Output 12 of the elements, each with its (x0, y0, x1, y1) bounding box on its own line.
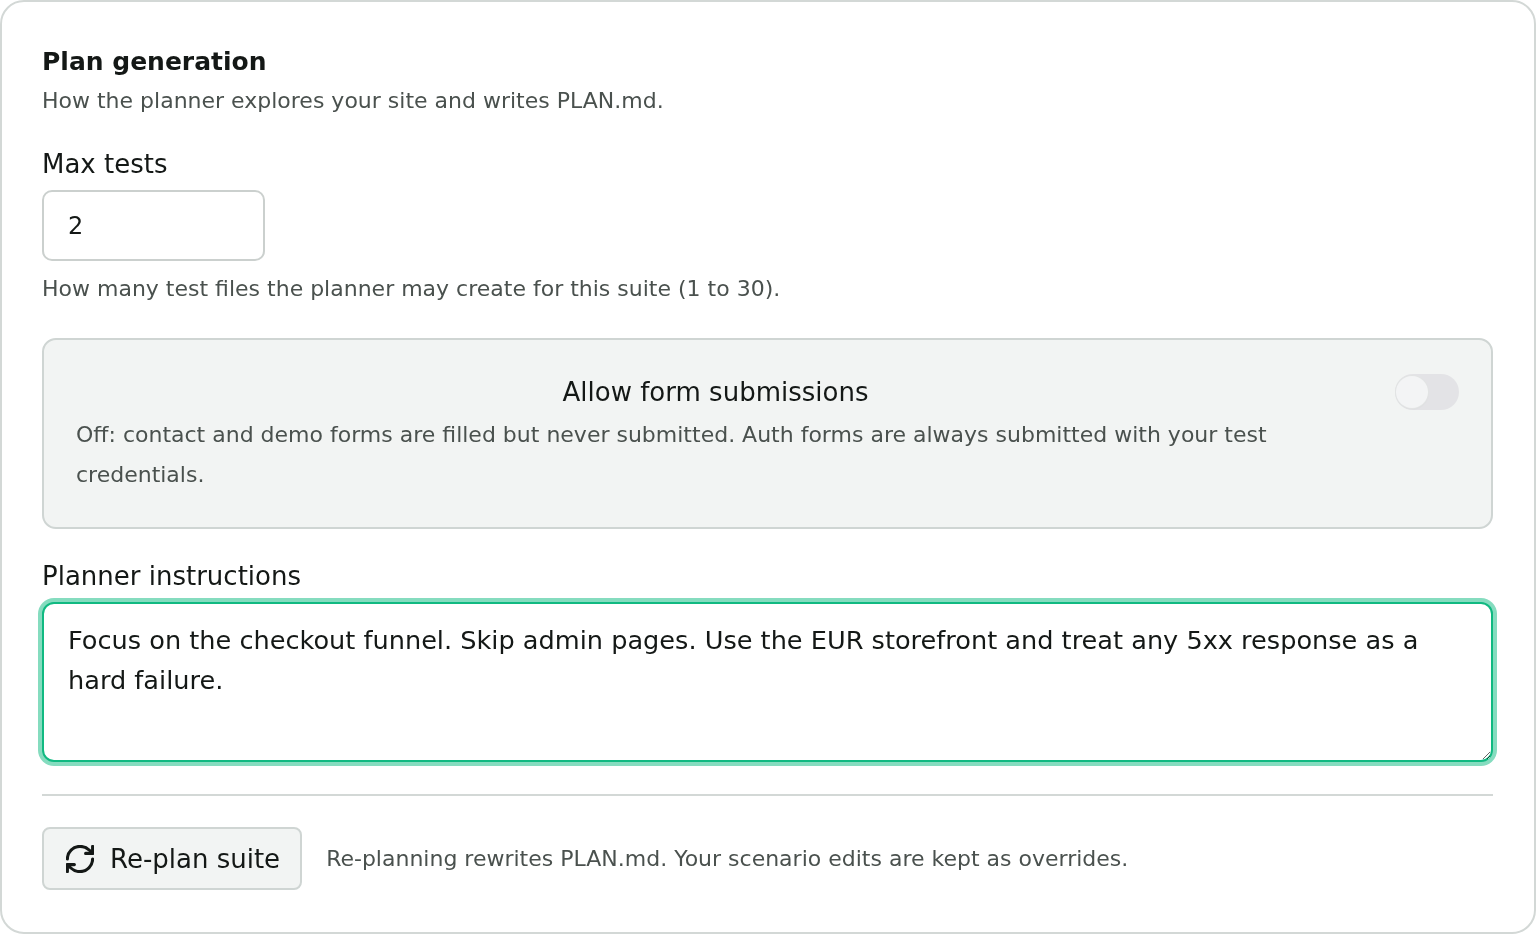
field-help-text: How many test files the planner may create for this suite (1 to 30). (42, 275, 781, 303)
field-label: Planner instructions (42, 560, 301, 592)
replan-button[interactable]: Re-plan suite (42, 827, 303, 890)
replan-note: Re-planning rewrites PLAN.md. Your scenario edits are kept as overrides. (326, 844, 1129, 873)
section-description: How the planner explores your site and writes PLAN.md. (42, 87, 664, 115)
max-tests-input[interactable]: 2 (42, 190, 265, 261)
instructions-textarea[interactable]: Focus on the checkout funnel. Skip admin pages. Use the EUR storefront and treat any 5xx response as a hard failure. (42, 602, 1493, 762)
toggle-title: Allow form submissions (561, 376, 870, 409)
refresh-icon (66, 844, 94, 873)
section-title: Plan generation (42, 46, 267, 78)
toggle-description: Off: contact and demo forms are filled but never submitted. Auth forms are always submitted with your test credentials. (76, 421, 1268, 489)
field-label: Max tests (42, 148, 168, 180)
